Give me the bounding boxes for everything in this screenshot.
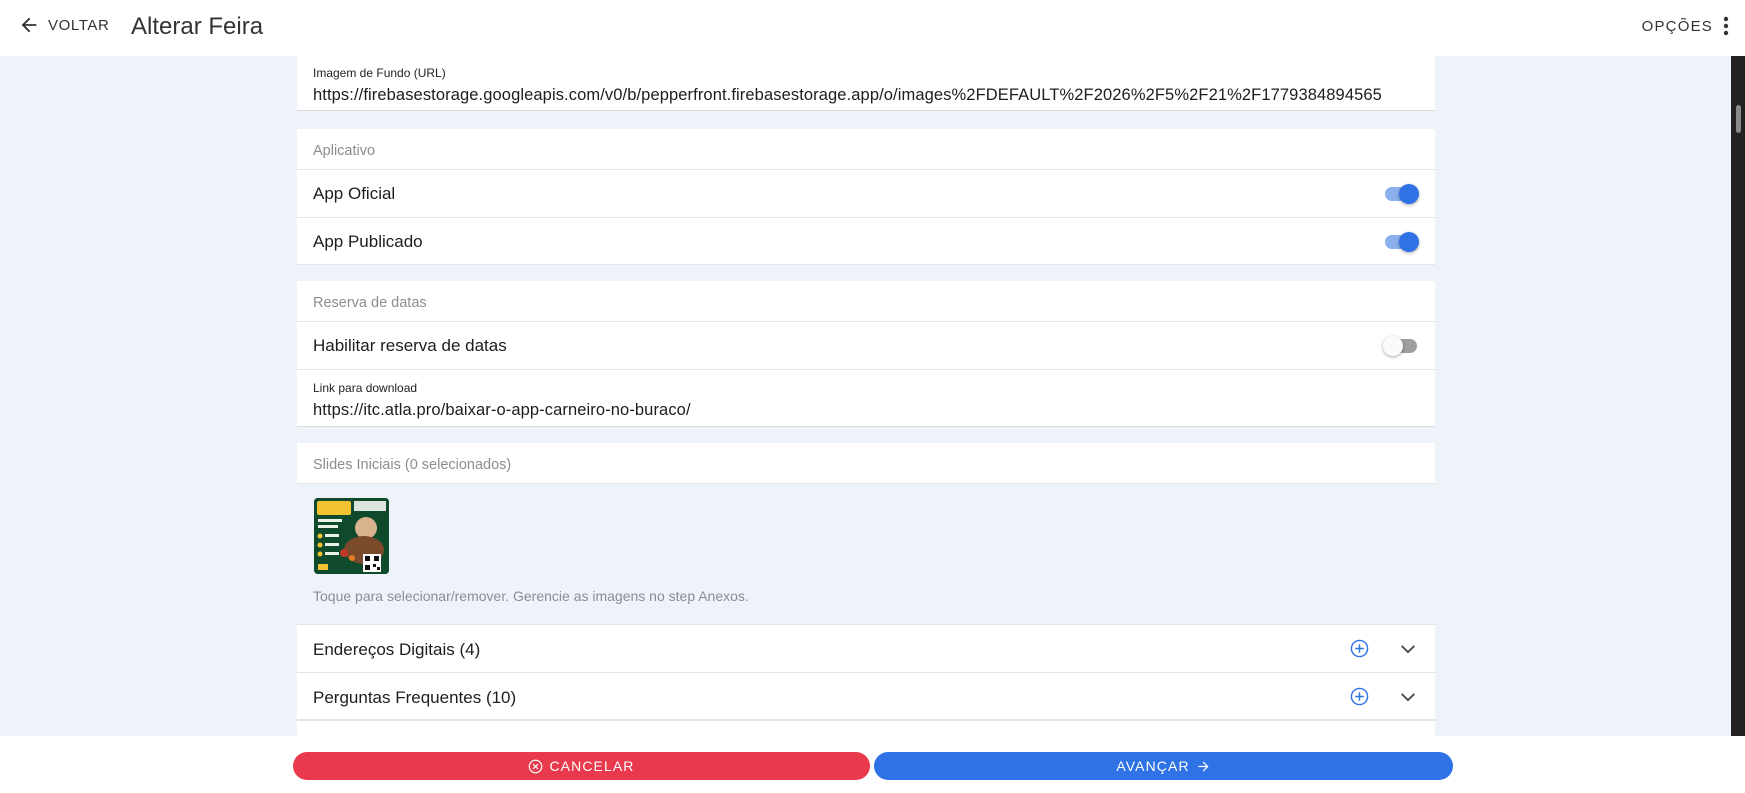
download-link-field[interactable]: Link para download https://itc.atla.pro/…: [297, 369, 1435, 427]
accordion-digital-addresses[interactable]: Endereços Digitais (4): [297, 624, 1435, 672]
top-app-bar: VOLTAR Alterar Feira OPÇÕES: [0, 0, 1745, 56]
slides-hint: Toque para selecionar/remover. Gerencie …: [313, 588, 749, 604]
slide-thumbnail[interactable]: [314, 498, 389, 574]
arrow-right-icon: [1198, 761, 1209, 771]
background-image-field[interactable]: Imagem de Fundo (URL) https://firebasest…: [297, 56, 1435, 111]
next-label: AVANÇAR: [1116, 758, 1190, 774]
add-circle-icon[interactable]: [1350, 687, 1369, 706]
chevron-down-icon[interactable]: [1399, 688, 1417, 706]
app-oficial-row[interactable]: App Oficial: [297, 169, 1435, 217]
app-oficial-label: App Oficial: [313, 184, 396, 203]
cancel-circle-icon: [529, 759, 543, 773]
accordion-faq-label: Perguntas Frequentes (10): [313, 688, 517, 707]
slide-image-icon: [314, 498, 389, 574]
next-button[interactable]: AVANÇAR: [874, 752, 1453, 780]
app-section-title: Aplicativo: [313, 143, 376, 159]
reservation-section-title: Reserva de datas: [313, 295, 427, 311]
more-vertical-icon: [1723, 16, 1729, 36]
arrow-left-icon: [21, 17, 37, 33]
download-link-label: Link para download: [313, 381, 418, 395]
chevron-down-icon[interactable]: [1399, 640, 1417, 658]
accordion-faq[interactable]: Perguntas Frequentes (10): [297, 672, 1435, 720]
app-section-header: Aplicativo: [297, 129, 1435, 169]
background-image-label: Imagem de Fundo (URL): [313, 66, 446, 80]
app-publicado-toggle[interactable]: [1383, 232, 1419, 252]
enable-reservation-label: Habilitar reserva de datas: [313, 336, 507, 355]
enable-reservation-row[interactable]: Habilitar reserva de datas: [297, 321, 1435, 369]
add-circle-icon[interactable]: [1350, 639, 1369, 658]
page-title: Alterar Feira: [131, 13, 264, 40]
back-button[interactable]: VOLTAR: [18, 14, 109, 36]
scrollbar-thumb[interactable]: [1736, 105, 1741, 133]
enable-reservation-toggle[interactable]: [1383, 336, 1419, 356]
accordion-digital-addresses-label: Endereços Digitais (4): [313, 640, 481, 659]
back-label: VOLTAR: [48, 16, 110, 34]
background-image-input[interactable]: https://firebasestorage.googleapis.com/v…: [313, 86, 1419, 105]
cancel-button[interactable]: CANCELAR: [293, 752, 870, 780]
options-label: OPÇÕES: [1641, 17, 1713, 35]
cancel-label: CANCELAR: [549, 758, 635, 774]
options-menu-button[interactable]: OPÇÕES: [1642, 16, 1729, 36]
slides-gallery: Toque para selecionar/remover. Gerencie …: [297, 484, 1435, 624]
app-publicado-row[interactable]: App Publicado: [297, 217, 1435, 265]
download-link-input[interactable]: https://itc.atla.pro/baixar-o-app-carnei…: [313, 401, 1419, 420]
app-publicado-label: App Publicado: [313, 232, 423, 251]
slides-section-title: Slides Iniciais (0 selecionados): [313, 457, 512, 473]
reservation-section-header: Reserva de datas: [297, 281, 1435, 321]
slides-section-header: Slides Iniciais (0 selecionados): [297, 443, 1435, 484]
app-oficial-toggle[interactable]: [1383, 184, 1419, 204]
scrollbar[interactable]: [1731, 56, 1745, 736]
footer-actions: CANCELAR AVANÇAR: [0, 736, 1745, 793]
